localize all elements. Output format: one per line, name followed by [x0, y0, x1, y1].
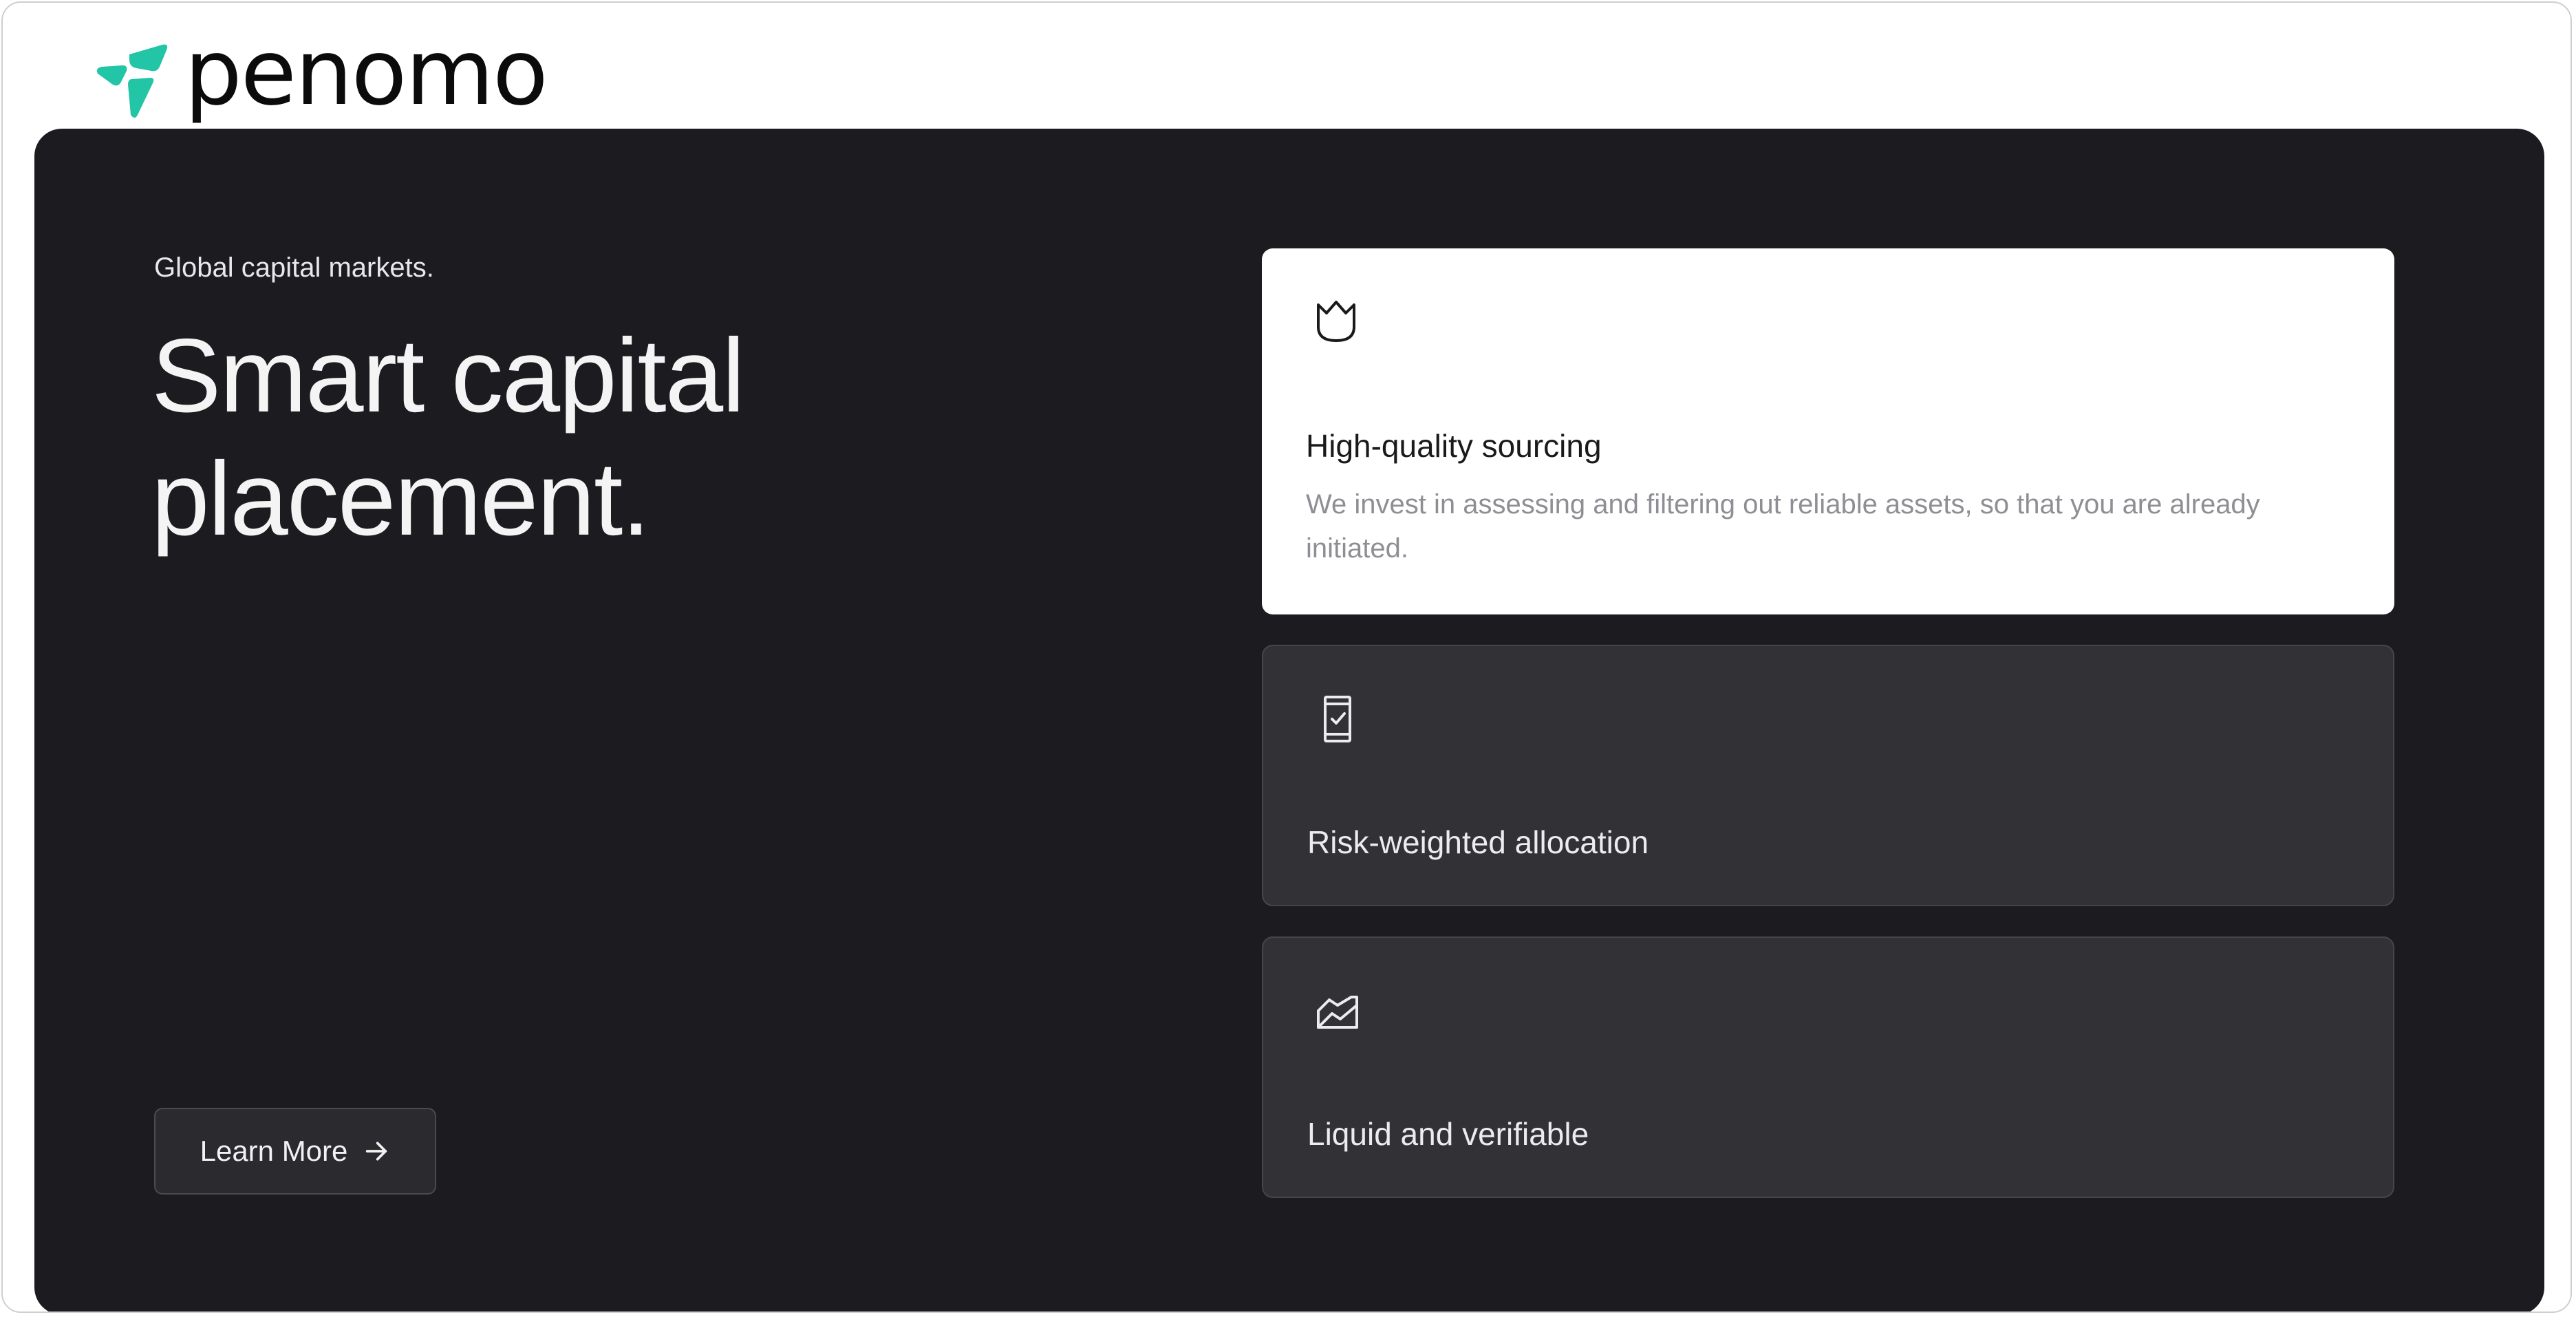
crown-icon [1317, 301, 1355, 342]
phone-check-icon [1324, 696, 1351, 742]
hero-headline: Smart capital placement. [151, 317, 745, 558]
arrow-right-icon [366, 1142, 387, 1161]
chart-trend-icon [1317, 996, 1358, 1029]
page-frame: penomo Global capital markets. Smart cap… [1, 1, 2572, 1313]
feature-card-liquid-and-verifiable[interactable]: Liquid and verifiable [1262, 936, 2394, 1198]
feature-description: We invest in assessing and filtering out… [1306, 489, 2260, 564]
hero-eyebrow: Global capital markets. [154, 253, 434, 283]
feature-card-risk-weighted-allocation[interactable]: Risk-weighted allocation [1262, 645, 2394, 906]
penomo-logo-icon [96, 44, 168, 118]
learn-more-label: Learn More [200, 1135, 348, 1167]
feature-title: Risk-weighted allocation [1307, 824, 1649, 860]
feature-title: High-quality sourcing [1306, 428, 1602, 464]
brand-logo[interactable]: penomo [94, 20, 548, 132]
learn-more-button[interactable]: Learn More [154, 1108, 436, 1195]
feature-card-high-quality-sourcing[interactable]: High-quality sourcing We invest in asses… [1262, 248, 2394, 614]
brand-name: penomo [184, 20, 548, 126]
feature-title: Liquid and verifiable [1307, 1116, 1589, 1152]
